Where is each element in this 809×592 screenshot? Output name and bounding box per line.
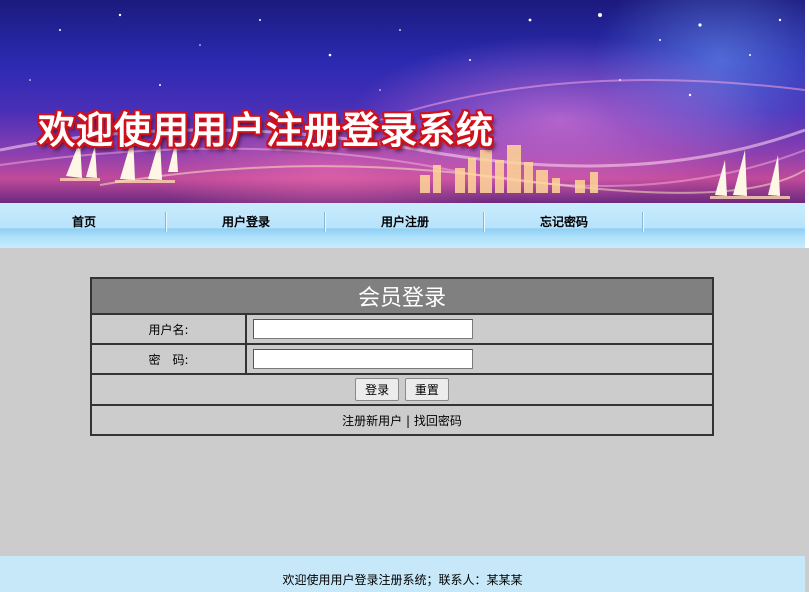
reset-button[interactable]: 重置 bbox=[404, 378, 449, 401]
nav-separator bbox=[324, 212, 325, 232]
nav-item-register[interactable]: 用户注册 bbox=[326, 210, 484, 234]
header-banner: 欢迎使用用户注册登录系统 bbox=[0, 0, 805, 203]
nav-separator bbox=[165, 212, 166, 232]
username-cell bbox=[245, 313, 714, 345]
button-row: 登录 重置 bbox=[90, 373, 714, 406]
username-label: 用户名: bbox=[90, 313, 247, 345]
password-label: 密 码: bbox=[90, 343, 247, 375]
login-button[interactable]: 登录 bbox=[355, 378, 400, 401]
password-input[interactable] bbox=[253, 349, 473, 369]
main-nav: 首页 用户登录 用户注册 忘记密码 bbox=[0, 203, 805, 248]
login-table: 会员登录 用户名: 密 码: 登录 重置 注册新用户 | 找回密码 bbox=[90, 277, 714, 436]
nav-item-forgot-password[interactable]: 忘记密码 bbox=[485, 210, 643, 234]
link-row: 注册新用户 | 找回密码 bbox=[90, 404, 714, 436]
password-cell bbox=[245, 343, 714, 375]
login-title: 会员登录 bbox=[90, 277, 714, 315]
recover-password-link[interactable]: 找回密码 bbox=[414, 414, 462, 428]
register-link[interactable]: 注册新用户 bbox=[342, 414, 402, 428]
footer-text: 欢迎使用用户登录注册系统；联系人：某某某 bbox=[282, 573, 523, 587]
nav-separator bbox=[483, 212, 484, 232]
link-separator: | bbox=[402, 413, 414, 428]
username-input[interactable] bbox=[253, 319, 473, 339]
banner-title: 欢迎使用用户注册登录系统 bbox=[38, 108, 494, 152]
footer: 欢迎使用用户登录注册系统；联系人：某某某 bbox=[0, 556, 805, 592]
nav-item-login[interactable]: 用户登录 bbox=[167, 210, 325, 234]
nav-item-home[interactable]: 首页 bbox=[5, 210, 163, 234]
nav-separator bbox=[642, 212, 643, 232]
page-edge bbox=[805, 0, 809, 248]
